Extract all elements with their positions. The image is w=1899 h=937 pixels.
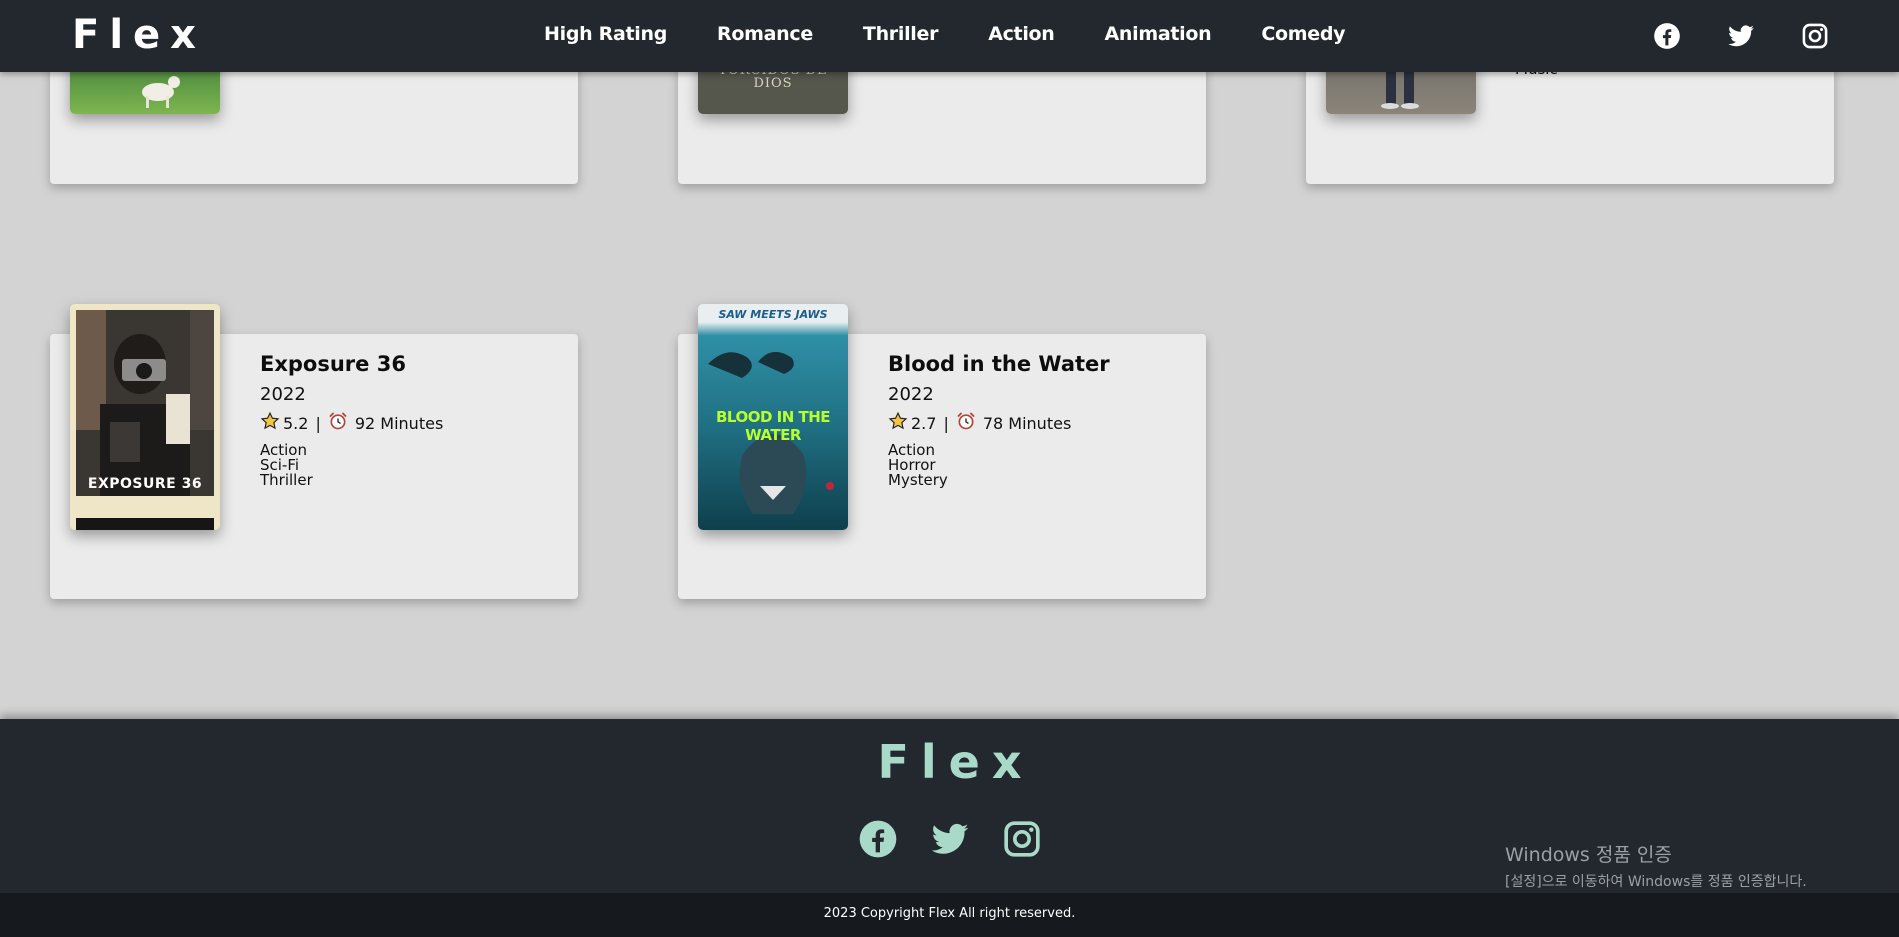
windows-activation-watermark: Windows 정품 인증 [설정]으로 이동하여 Windows를 정품 인증…	[1505, 840, 1807, 891]
poster-title-text: EXPOSURE 36	[87, 476, 203, 492]
star-icon	[260, 411, 280, 435]
header-social-links	[1653, 22, 1829, 50]
meta-separator: |	[315, 413, 321, 433]
main-nav: High Rating Romance Thriller Action Anim…	[544, 23, 1346, 45]
nav-animation[interactable]: Animation	[1105, 23, 1212, 45]
alarm-clock-icon	[956, 411, 976, 435]
star-icon	[888, 411, 908, 435]
movie-genres: Action Horror Mystery	[888, 443, 1110, 488]
top-navbar: Flex High Rating Romance Thriller Action…	[0, 0, 1899, 72]
movie-year: 2022	[888, 384, 934, 405]
movie-title[interactable]: Blood in the Water	[888, 352, 1110, 376]
facebook-icon[interactable]	[858, 819, 898, 859]
nav-romance[interactable]: Romance	[717, 23, 813, 45]
site-logo[interactable]: Flex	[72, 12, 206, 58]
watermark-title: Windows 정품 인증	[1505, 844, 1672, 866]
movie-meta: 2.7 | 78 Minutes	[888, 411, 1110, 435]
nav-high-rating[interactable]: High Rating	[544, 23, 667, 45]
movie-duration: 92 Minutes	[354, 413, 444, 433]
movie-year: 2022	[260, 384, 306, 405]
movie-rating: 2.7	[911, 413, 937, 433]
movie-meta: 5.2 | 92 Minutes	[260, 411, 443, 435]
footer-logo[interactable]: Flex	[0, 735, 1899, 789]
alarm-clock-icon	[328, 411, 348, 435]
twitter-icon[interactable]	[930, 819, 970, 859]
movie-poster-blood-in-the-water[interactable]: SAW MEETS JAWS BLOOD IN THE WATER	[698, 304, 848, 530]
poster-title-text: BLOOD IN THE WATER	[715, 408, 831, 444]
copyright-text: 2023 Copyright Flex All right reserved.	[823, 906, 1076, 921]
watermark-subtitle: [설정]으로 이동하여 Windows를 정품 인증합니다.	[1505, 874, 1807, 890]
movie-rating: 5.2	[283, 413, 309, 433]
movie-poster-exposure-36[interactable]: EXPOSURE 36	[70, 304, 220, 530]
genre-item: Mystery	[888, 471, 948, 489]
movie-info-exposure-36: Exposure 36 2022 5.2 | 92 Minutes Action…	[260, 352, 443, 488]
copyright-bar: 2023 Copyright Flex All right reserved.	[0, 893, 1899, 937]
genre-item: Thriller	[260, 471, 313, 489]
nav-comedy[interactable]: Comedy	[1261, 23, 1345, 45]
instagram-icon[interactable]	[1002, 819, 1042, 859]
instagram-icon[interactable]	[1801, 22, 1829, 50]
movie-info-blood-in-the-water: Blood in the Water 2022 2.7 | 78 Minutes…	[888, 352, 1110, 488]
movie-genres: Action Sci-Fi Thriller	[260, 443, 443, 488]
nav-thriller[interactable]: Thriller	[863, 23, 939, 45]
movie-title[interactable]: Exposure 36	[260, 352, 443, 376]
movie-duration: 78 Minutes	[982, 413, 1072, 433]
meta-separator: |	[943, 413, 949, 433]
nav-action[interactable]: Action	[988, 23, 1055, 45]
twitter-icon[interactable]	[1727, 22, 1755, 50]
facebook-icon[interactable]	[1653, 22, 1681, 50]
